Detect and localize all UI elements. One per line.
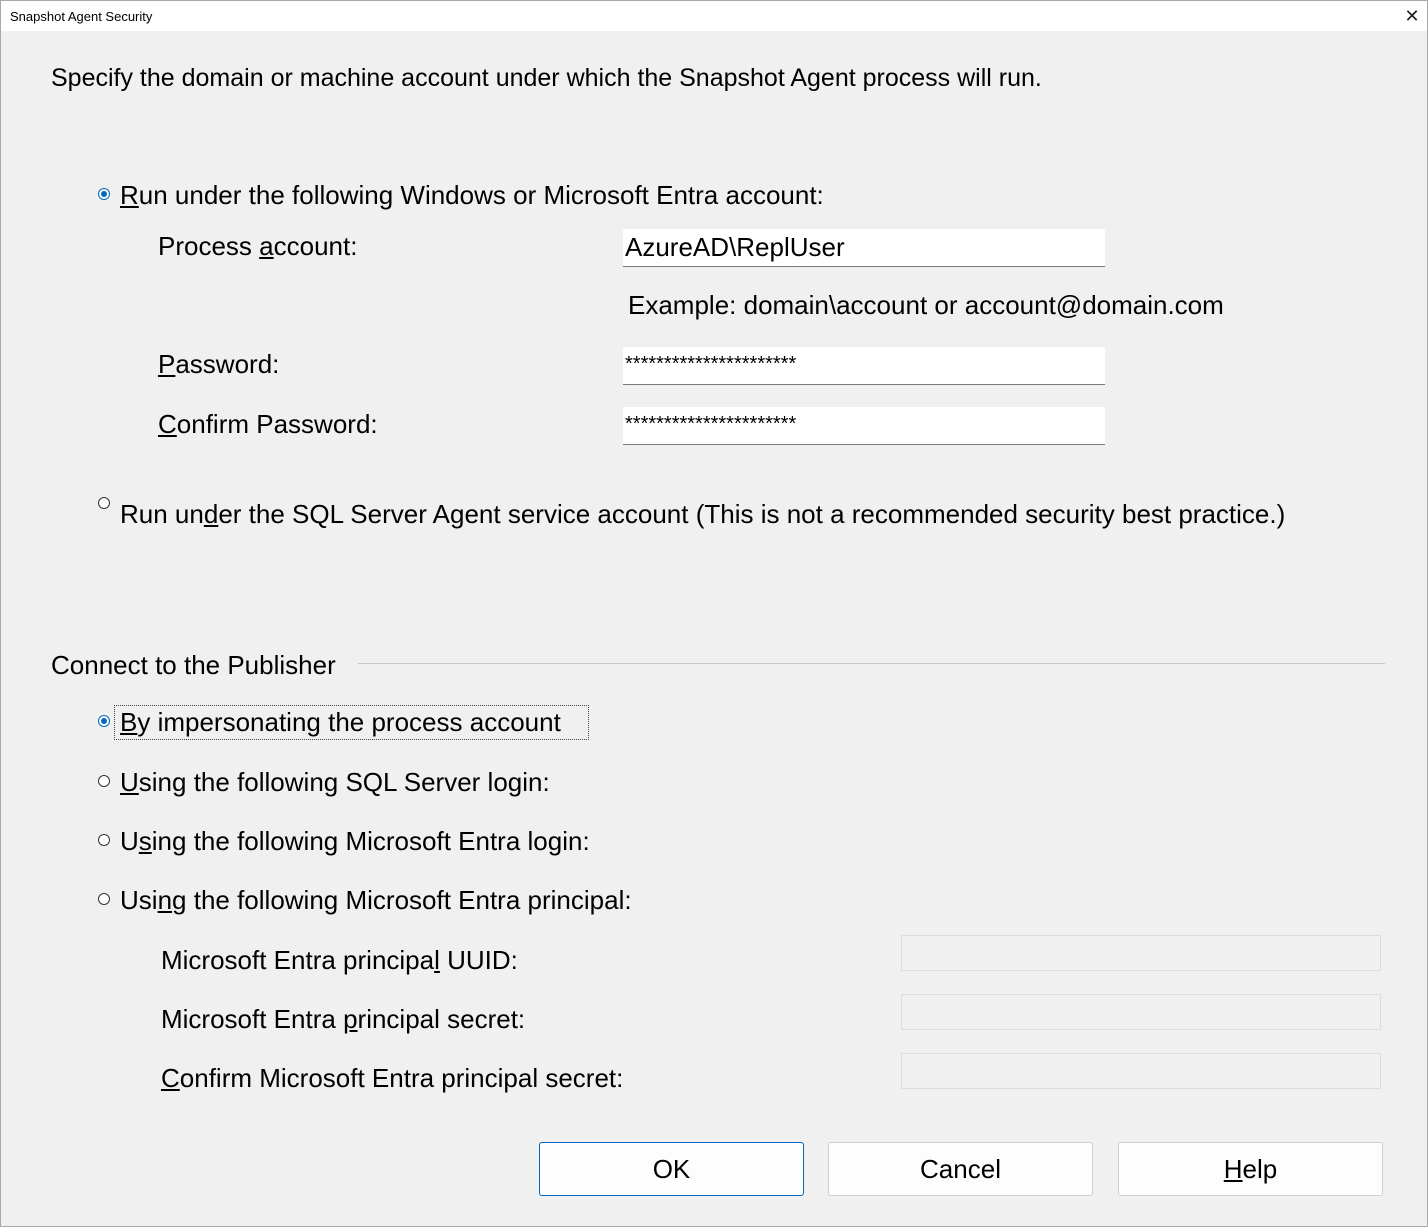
label-part: Process	[158, 231, 260, 261]
help-button[interactable]: Help	[1118, 1142, 1383, 1196]
radio-sql-login-label[interactable]: Using the following SQL Server login:	[120, 767, 550, 798]
accelerator-key: n	[157, 885, 173, 915]
accelerator-key: H	[1223, 1153, 1243, 1184]
label-part: assword:	[175, 349, 280, 379]
radio-impersonate[interactable]	[98, 715, 110, 727]
confirm-password-label: Confirm Password:	[158, 409, 378, 440]
radio-impersonate-label[interactable]: By impersonating the process account	[120, 707, 561, 738]
process-account-input[interactable]: AzureAD\ReplUser	[623, 229, 1105, 267]
accelerator-key: s	[138, 826, 152, 856]
process-account-example: Example: domain\account or account@domai…	[628, 290, 1224, 320]
radio-windows-account-label[interactable]: Run under the following Windows or Micro…	[120, 180, 824, 211]
radio-agent-account-label[interactable]: Run under the SQL Server Agent service a…	[120, 499, 1285, 530]
radio-sql-login[interactable]	[98, 775, 110, 787]
label-part: UUID:	[439, 945, 518, 975]
label-part: onfirm Password:	[176, 409, 378, 439]
radio-windows-account[interactable]	[98, 188, 110, 200]
label-part: er the SQL Server Agent service account …	[218, 499, 1286, 529]
label-part: sing the following SQL Server login:	[138, 767, 550, 797]
accelerator-key: a	[259, 231, 274, 261]
confirm-secret-input	[901, 1053, 1381, 1089]
group-divider	[358, 663, 1385, 664]
accelerator-key: C	[161, 1063, 180, 1093]
label-part: ing the following Microsoft Entra login:	[151, 826, 590, 856]
label-part: un under the following Windows or Micros…	[138, 180, 824, 210]
confirm-secret-label: Confirm Microsoft Entra principal secret…	[161, 1063, 623, 1094]
cancel-button[interactable]: Cancel	[828, 1142, 1093, 1196]
principal-uuid-input	[901, 935, 1381, 971]
accelerator-key: B	[120, 707, 138, 737]
ok-button[interactable]: OK	[539, 1142, 804, 1196]
label-part: onfirm Microsoft Entra principal secret:	[179, 1063, 624, 1093]
label-part: Microsoft Entra	[161, 1004, 344, 1034]
radio-entra-login[interactable]	[98, 834, 110, 846]
label-part: y impersonating the process account	[137, 707, 561, 737]
principal-uuid-label: Microsoft Entra principal UUID:	[161, 945, 518, 976]
accelerator-key: p	[343, 1004, 358, 1034]
accelerator-key: d	[203, 499, 219, 529]
radio-entra-principal-label[interactable]: Using the following Microsoft Entra prin…	[120, 885, 632, 916]
password-label: Password:	[158, 349, 279, 380]
accelerator-key: C	[158, 409, 177, 439]
accelerator-key: U	[120, 767, 139, 797]
snapshot-agent-security-dialog: Snapshot Agent Security ✕ Specify the do…	[0, 0, 1428, 1227]
radio-entra-principal[interactable]	[98, 893, 110, 905]
principal-secret-input	[901, 994, 1381, 1030]
radio-entra-login-label[interactable]: Using the following Microsoft Entra logi…	[120, 826, 590, 857]
label-part: rincipal secret:	[357, 1004, 526, 1034]
process-account-label: Process account:	[158, 231, 357, 262]
label-part: Microsoft Entra principa	[161, 945, 435, 975]
accelerator-key: R	[120, 180, 139, 210]
intro-text: Specify the domain or machine account un…	[51, 64, 1042, 92]
accelerator-key: P	[158, 349, 176, 379]
password-input[interactable]: **********************	[623, 347, 1105, 385]
label-part: U	[120, 826, 139, 856]
close-icon[interactable]: ✕	[1397, 1, 1427, 31]
title-bar[interactable]: Snapshot Agent Security ✕	[1, 1, 1427, 31]
label-part: g the following Microsoft Entra principa…	[172, 885, 632, 915]
label-part: Usi	[120, 885, 158, 915]
publisher-group-title: Connect to the Publisher	[51, 650, 336, 680]
label-part: ccount:	[273, 231, 358, 261]
radio-agent-account[interactable]	[98, 497, 110, 509]
confirm-password-input[interactable]: **********************	[623, 407, 1105, 445]
label-part: elp	[1242, 1153, 1278, 1184]
principal-secret-label: Microsoft Entra principal secret:	[161, 1004, 525, 1035]
label-part: Run un	[120, 499, 204, 529]
window-title: Snapshot Agent Security	[10, 9, 153, 24]
